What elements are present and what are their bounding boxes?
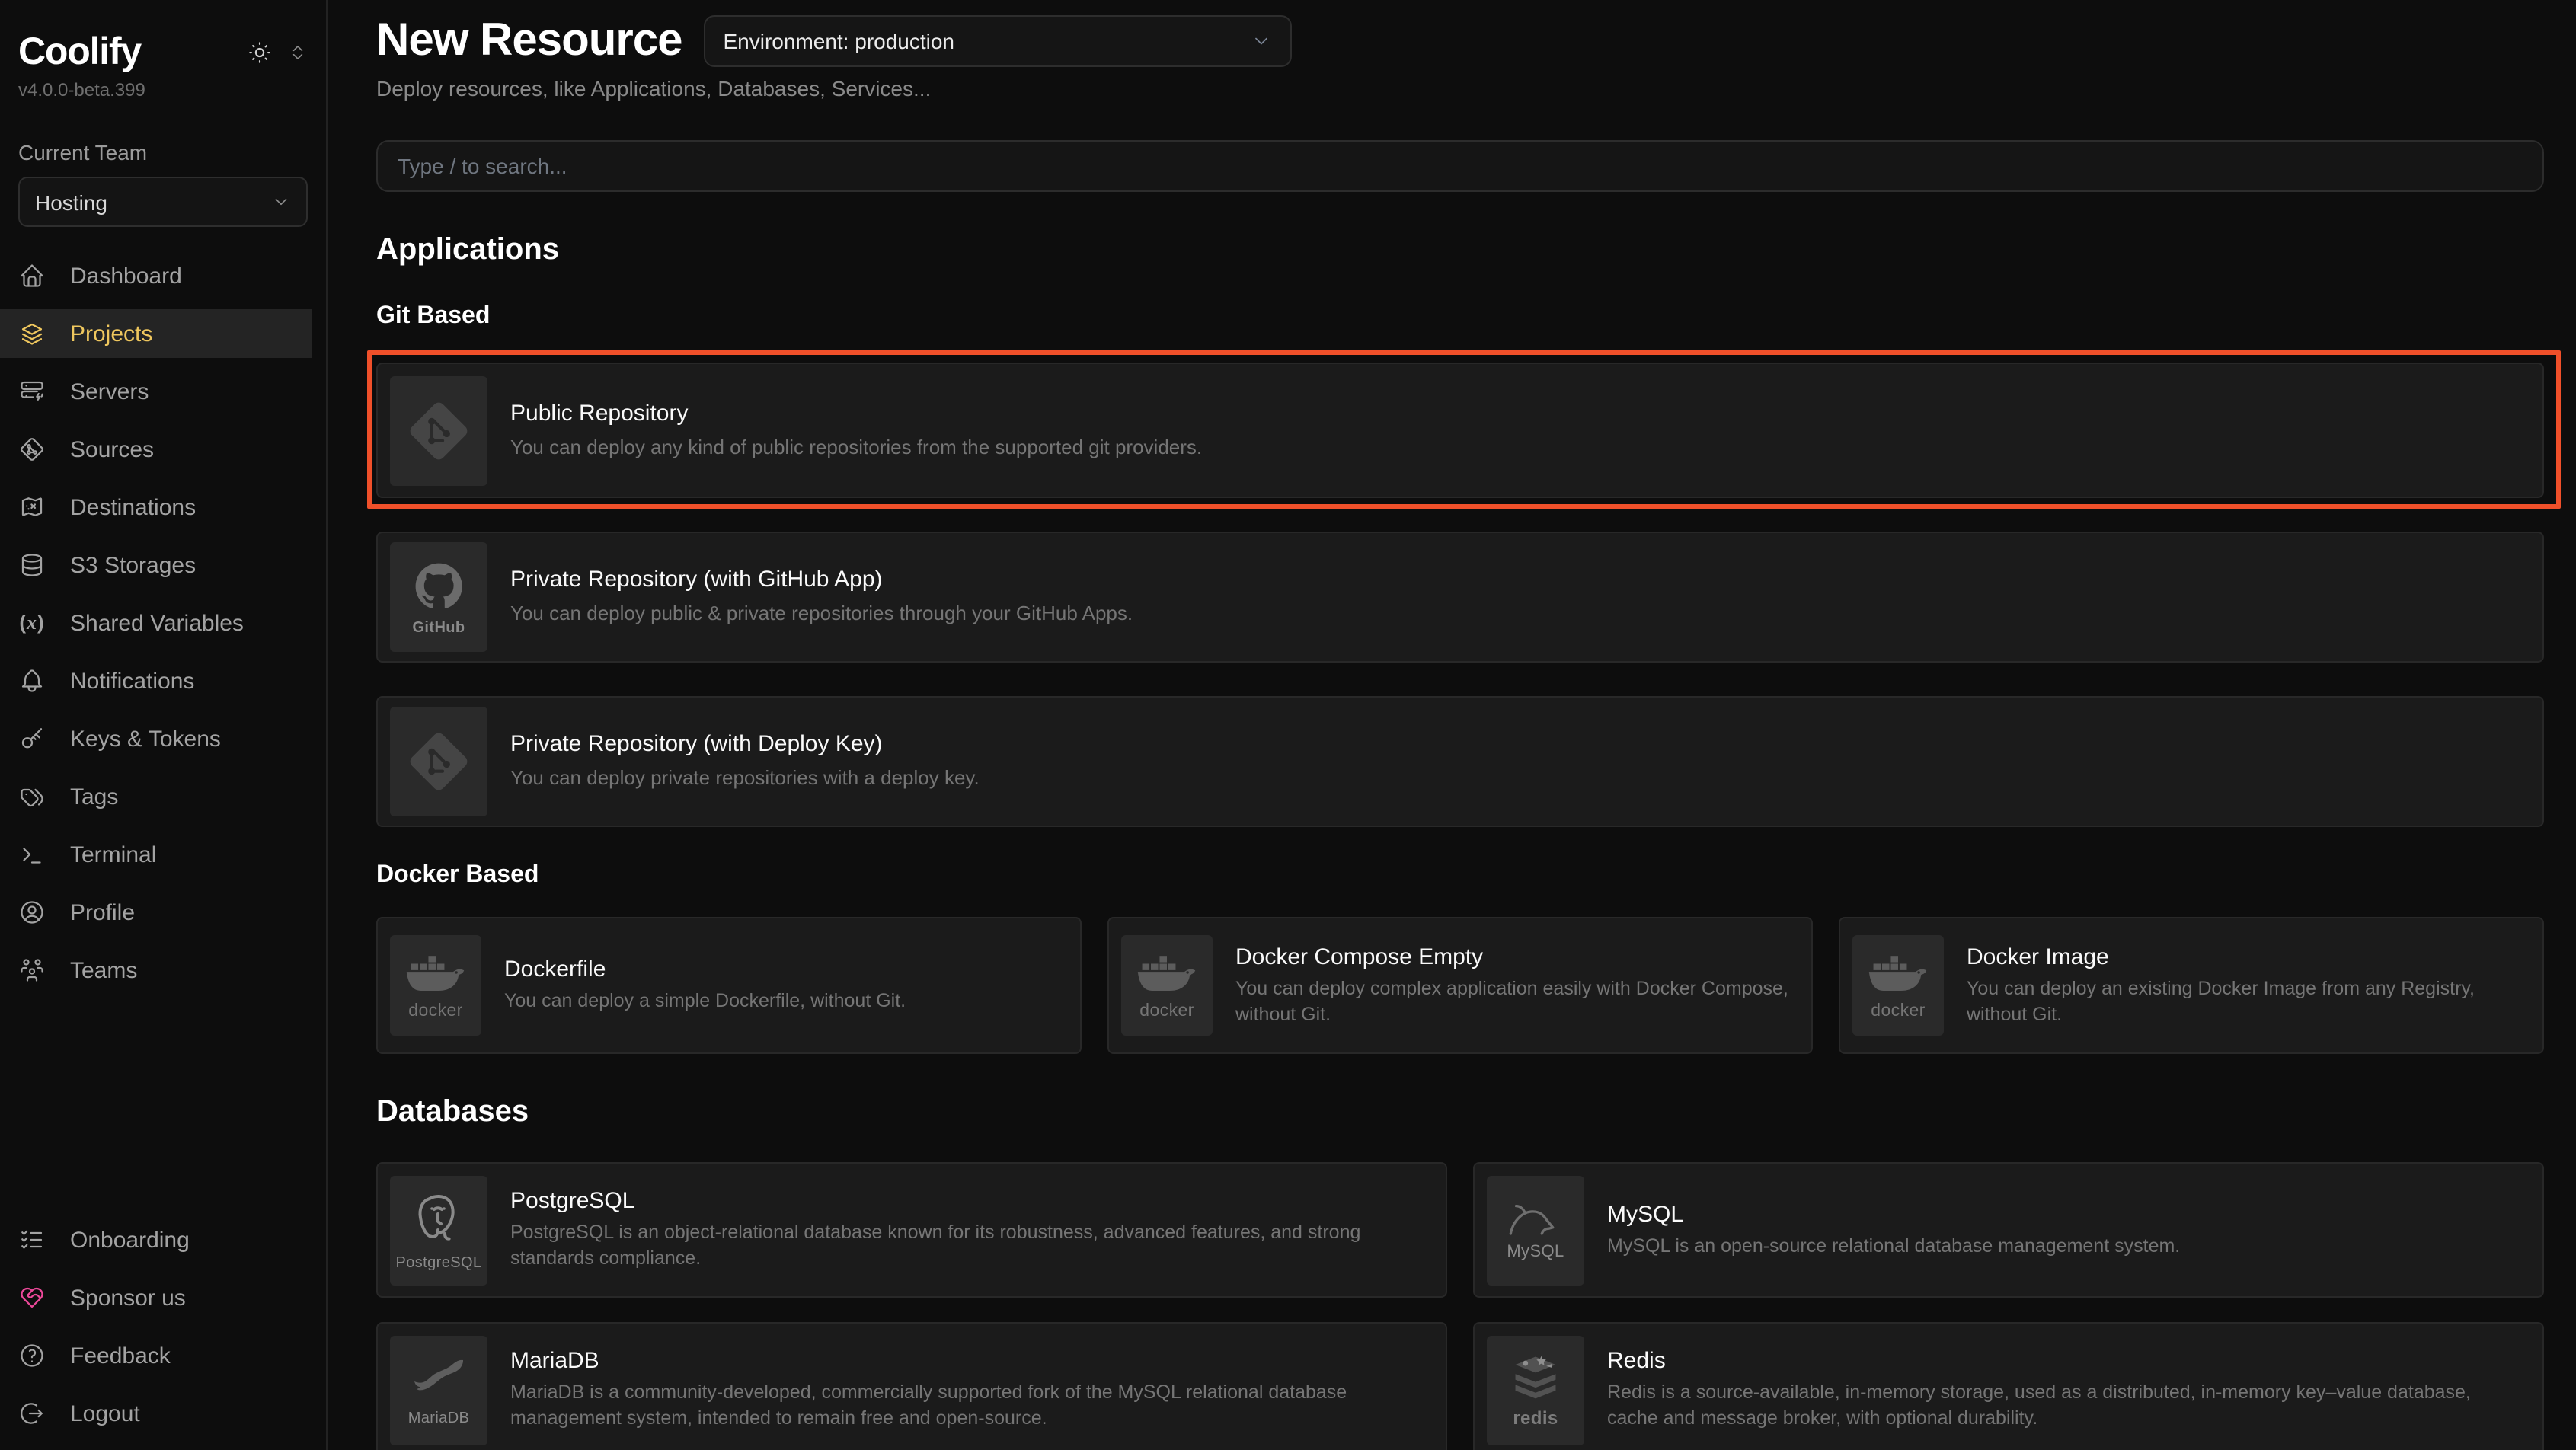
card-docker-compose-empty[interactable]: docker Docker Compose Empty You can depl… <box>1107 917 1813 1054</box>
terminal-icon <box>18 841 46 868</box>
sidebar-item-sources[interactable]: Sources <box>0 425 312 474</box>
card-dockerfile[interactable]: docker Dockerfile You can deploy a simpl… <box>376 917 1082 1054</box>
section-databases-title: Databases <box>376 1095 2544 1130</box>
github-icon: GitHub <box>390 542 487 652</box>
user-circle-icon <box>18 899 46 926</box>
team-select[interactable]: Hosting <box>18 177 308 227</box>
card-private-repository-deploy-key[interactable]: Private Repository (with Deploy Key) You… <box>376 696 2544 827</box>
sidebar-item-servers[interactable]: Servers <box>0 367 312 416</box>
search-input[interactable] <box>376 140 2544 192</box>
sidebar-header: Coolify v4.0.0-beta.399 Current Team Hos… <box>0 30 326 227</box>
sidebar-nav: Dashboard Projects Servers Sources Desti… <box>0 251 326 995</box>
sidebar-item-s3-storages[interactable]: S3 Storages <box>0 541 312 589</box>
sidebar-footer: Onboarding Sponsor us Feedback Logout <box>0 1215 326 1438</box>
git-icon <box>390 707 487 816</box>
card-private-repository-github-app[interactable]: GitHub Private Repository (with GitHub A… <box>376 532 2544 663</box>
app-window: Coolify v4.0.0-beta.399 Current Team Hos… <box>0 0 2576 1450</box>
variable-icon: (x) <box>18 609 46 637</box>
section-applications-title: Applications <box>376 233 2544 268</box>
chevron-down-icon <box>271 192 291 212</box>
app-version: v4.0.0-beta.399 <box>18 79 308 101</box>
map-icon <box>18 493 46 521</box>
docker-icon: docker <box>1121 935 1213 1036</box>
git-based-cards: Public Repository You can deploy any kin… <box>376 362 2544 827</box>
users-group-icon <box>18 957 46 984</box>
card-docker-image[interactable]: docker Docker Image You can deploy an ex… <box>1839 917 2544 1054</box>
mysql-icon: MySQL <box>1487 1175 1584 1285</box>
sidebar-item-shared-variables[interactable]: (x) Shared Variables <box>0 599 312 647</box>
docker-based-cards: docker Dockerfile You can deploy a simpl… <box>376 917 2544 1054</box>
sidebar-item-notifications[interactable]: Notifications <box>0 656 312 705</box>
card-redis[interactable]: redis Redis Redis is a source-available,… <box>1473 1322 2544 1450</box>
environment-select[interactable]: Environment: production <box>704 15 1292 67</box>
sidebar-item-tags[interactable]: Tags <box>0 772 312 821</box>
checklist-icon <box>18 1226 46 1254</box>
subsection-docker-based-title: Docker Based <box>376 862 2544 889</box>
heart-handshake-icon <box>18 1284 46 1311</box>
coolify-logo: Coolify <box>18 30 141 75</box>
layers-icon <box>18 320 46 347</box>
page-title: New Resource <box>376 15 682 67</box>
databases-cards-row-1: PostgreSQL PostgreSQL PostgreSQL is an o… <box>376 1162 2544 1298</box>
sidebar-item-feedback[interactable]: Feedback <box>0 1331 312 1380</box>
postgresql-icon: PostgreSQL <box>390 1175 487 1285</box>
database-icon <box>18 551 46 579</box>
docker-icon: docker <box>390 935 481 1036</box>
sidebar-item-terminal[interactable]: Terminal <box>0 830 312 879</box>
docker-icon: docker <box>1852 935 1944 1036</box>
sidebar: Coolify v4.0.0-beta.399 Current Team Hos… <box>0 0 328 1450</box>
help-circle-icon <box>18 1342 46 1369</box>
card-postgresql[interactable]: PostgreSQL PostgreSQL PostgreSQL is an o… <box>376 1162 1447 1298</box>
tags-icon <box>18 783 46 810</box>
sidebar-item-dashboard[interactable]: Dashboard <box>0 251 312 300</box>
mariadb-icon: MariaDB <box>390 1335 487 1445</box>
card-mariadb[interactable]: MariaDB MariaDB MariaDB is a community-d… <box>376 1322 1447 1450</box>
page-subtitle: Deploy resources, like Applications, Dat… <box>376 76 2544 101</box>
server-icon <box>18 378 46 405</box>
redis-icon: redis <box>1487 1335 1584 1445</box>
card-public-repository[interactable]: Public Repository You can deploy any kin… <box>376 362 2544 498</box>
sidebar-item-logout[interactable]: Logout <box>0 1389 312 1438</box>
sidebar-item-keys-tokens[interactable]: Keys & Tokens <box>0 714 312 763</box>
databases-cards-row-2: MariaDB MariaDB MariaDB is a community-d… <box>376 1322 2544 1450</box>
theme-sun-icon[interactable] <box>247 40 273 65</box>
key-icon <box>18 725 46 752</box>
sidebar-item-projects[interactable]: Projects <box>0 309 312 358</box>
card-mysql[interactable]: MySQL MySQL MySQL is an open-source rela… <box>1473 1162 2544 1298</box>
sidebar-item-sponsor-us[interactable]: Sponsor us <box>0 1273 312 1322</box>
theme-selector-icon[interactable] <box>288 43 308 62</box>
subsection-git-based-title: Git Based <box>376 303 2544 331</box>
sidebar-item-destinations[interactable]: Destinations <box>0 483 312 532</box>
logout-icon <box>18 1400 46 1427</box>
chevron-down-icon <box>1251 30 1272 52</box>
main-content: New Resource Environment: production Dep… <box>328 0 2576 1450</box>
git-icon <box>390 375 487 485</box>
bell-icon <box>18 667 46 695</box>
git-branch-icon <box>18 436 46 463</box>
current-team-label: Current Team <box>18 140 308 164</box>
sidebar-item-teams[interactable]: Teams <box>0 946 312 995</box>
sidebar-item-profile[interactable]: Profile <box>0 888 312 937</box>
home-icon <box>18 262 46 289</box>
sidebar-item-onboarding[interactable]: Onboarding <box>0 1215 312 1264</box>
